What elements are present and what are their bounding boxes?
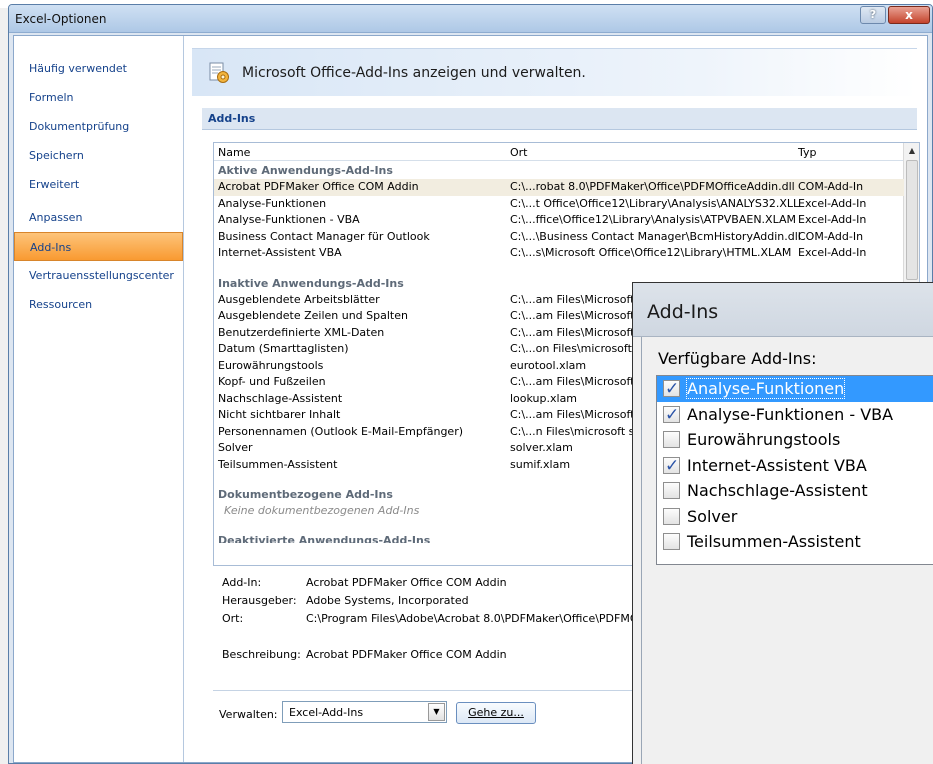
table-row[interactable]: Internet-Assistent VBA C:\...s\Microsoft …	[214, 245, 904, 262]
group-title-active: Aktive Anwendungs-Add-Ins	[218, 164, 393, 177]
table-row[interactable]: Analyse-Funktionen C:\...t Office\Office1…	[214, 196, 904, 213]
list-item[interactable]: ✓ Internet-Assistent VBA	[657, 453, 933, 479]
details-addin-value: Acrobat PDFMaker Office COM Addin	[306, 576, 507, 589]
check-icon: ✓	[665, 455, 680, 476]
nav-item-speichern[interactable]: Speichern	[14, 141, 183, 170]
details-description-value: Acrobat PDFMaker Office COM Addin	[306, 648, 507, 661]
addins-dialog: Add-Ins Verfügbare Add-Ins: ✓ Analyse-Fun…	[632, 282, 933, 764]
details-location-label: Ort:	[222, 612, 244, 625]
manage-label: Verwalten:	[219, 708, 278, 721]
scroll-thumb[interactable]	[906, 160, 918, 280]
manage-select-value: Excel-Add-Ins	[289, 706, 364, 719]
column-typ[interactable]: Typ	[798, 146, 817, 159]
addins-gear-icon	[209, 62, 229, 83]
nav-item-vertrauensstellungscenter[interactable]: Vertrauensstellungscenter	[14, 261, 183, 290]
list-item[interactable]: Solver	[657, 504, 933, 530]
details-description-label: Beschreibung:	[222, 648, 301, 661]
addins-dialog-title-bar[interactable]: Add-Ins	[633, 283, 933, 337]
nav-item-haeufig-verwendet[interactable]: Häufig verwendet	[14, 54, 183, 83]
addins-dialog-title: Add-Ins	[647, 301, 719, 323]
list-item[interactable]: Nachschlage-Assistent	[657, 478, 933, 504]
checkbox[interactable]	[663, 507, 680, 525]
check-icon: ✓	[665, 404, 680, 425]
section-bar: Add-Ins	[202, 108, 917, 130]
section-title: Add-Ins	[208, 112, 256, 125]
title-bar[interactable]: Excel-Optionen ? x	[9, 5, 932, 33]
goto-button[interactable]: Gehe zu...	[456, 702, 536, 724]
details-publisher-label: Herausgeber:	[222, 594, 297, 607]
header-text: Microsoft Office-Add-Ins anzeigen und ve…	[242, 65, 586, 81]
nav-item-add-ins[interactable]: Add-Ins	[14, 232, 183, 261]
checkbox[interactable]	[663, 431, 680, 448]
nav-item-anpassen[interactable]: Anpassen	[14, 203, 183, 232]
nav-item-ressourcen[interactable]: Ressourcen	[14, 290, 183, 319]
header-band: Microsoft Office-Add-Ins anzeigen und ve…	[192, 48, 917, 96]
checkbox[interactable]: ✓	[663, 405, 680, 425]
nav-item-erweitert[interactable]: Erweitert	[14, 170, 183, 199]
help-button[interactable]: ?	[860, 6, 886, 24]
close-button[interactable]: x	[888, 6, 930, 24]
list-item[interactable]: ✓ Analyse-Funktionen	[657, 376, 933, 402]
table-row[interactable]: Business Contact Manager für Outlook C:\.…	[214, 229, 904, 246]
available-addins-list[interactable]: ✓ Analyse-Funktionen ✓ Analyse-Funktionen …	[656, 375, 933, 565]
checkbox[interactable]	[663, 482, 680, 499]
chevron-down-icon[interactable]: ▼	[428, 703, 445, 721]
window-title: Excel-Optionen	[15, 12, 107, 26]
list-header: Name Ort Typ	[214, 143, 904, 161]
details-publisher-value: Adobe Systems, Incorporated	[306, 594, 469, 607]
scroll-up-arrow-icon[interactable]: ▲	[904, 143, 919, 159]
column-ort[interactable]: Ort	[510, 146, 528, 159]
manage-select[interactable]: Excel-Add-Ins ▼	[282, 701, 447, 723]
list-item[interactable]: Eurowährungstools	[657, 427, 933, 453]
check-icon: ✓	[665, 379, 680, 399]
checkbox[interactable]: ✓	[663, 456, 680, 476]
table-row[interactable]: Acrobat PDFMaker Office COM Addin C:\...r…	[214, 179, 904, 196]
options-nav: Häufig verwendet Formeln Dokumentprüfung…	[14, 36, 184, 762]
nav-item-formeln[interactable]: Formeln	[14, 83, 183, 112]
list-item[interactable]: Teilsummen-Assistent	[657, 529, 933, 555]
checkbox[interactable]: ✓	[663, 379, 680, 399]
details-location-value: C:\Program Files\Adobe\Acrobat 8.0\PDFMa…	[306, 612, 639, 625]
details-addin-label: Add-In:	[222, 576, 262, 589]
table-row[interactable]: Analyse-Funktionen - VBA C:\...ffice\Offi…	[214, 212, 904, 229]
nav-item-dokumentpruefung[interactable]: Dokumentprüfung	[14, 112, 183, 141]
checkbox[interactable]	[663, 533, 680, 550]
list-item[interactable]: ✓ Analyse-Funktionen - VBA	[657, 402, 933, 428]
available-addins-label: Verfügbare Add-Ins:	[658, 349, 817, 368]
addins-dialog-body: Verfügbare Add-Ins: ✓ Analyse-Funktionen …	[641, 337, 933, 764]
column-name[interactable]: Name	[218, 146, 250, 159]
